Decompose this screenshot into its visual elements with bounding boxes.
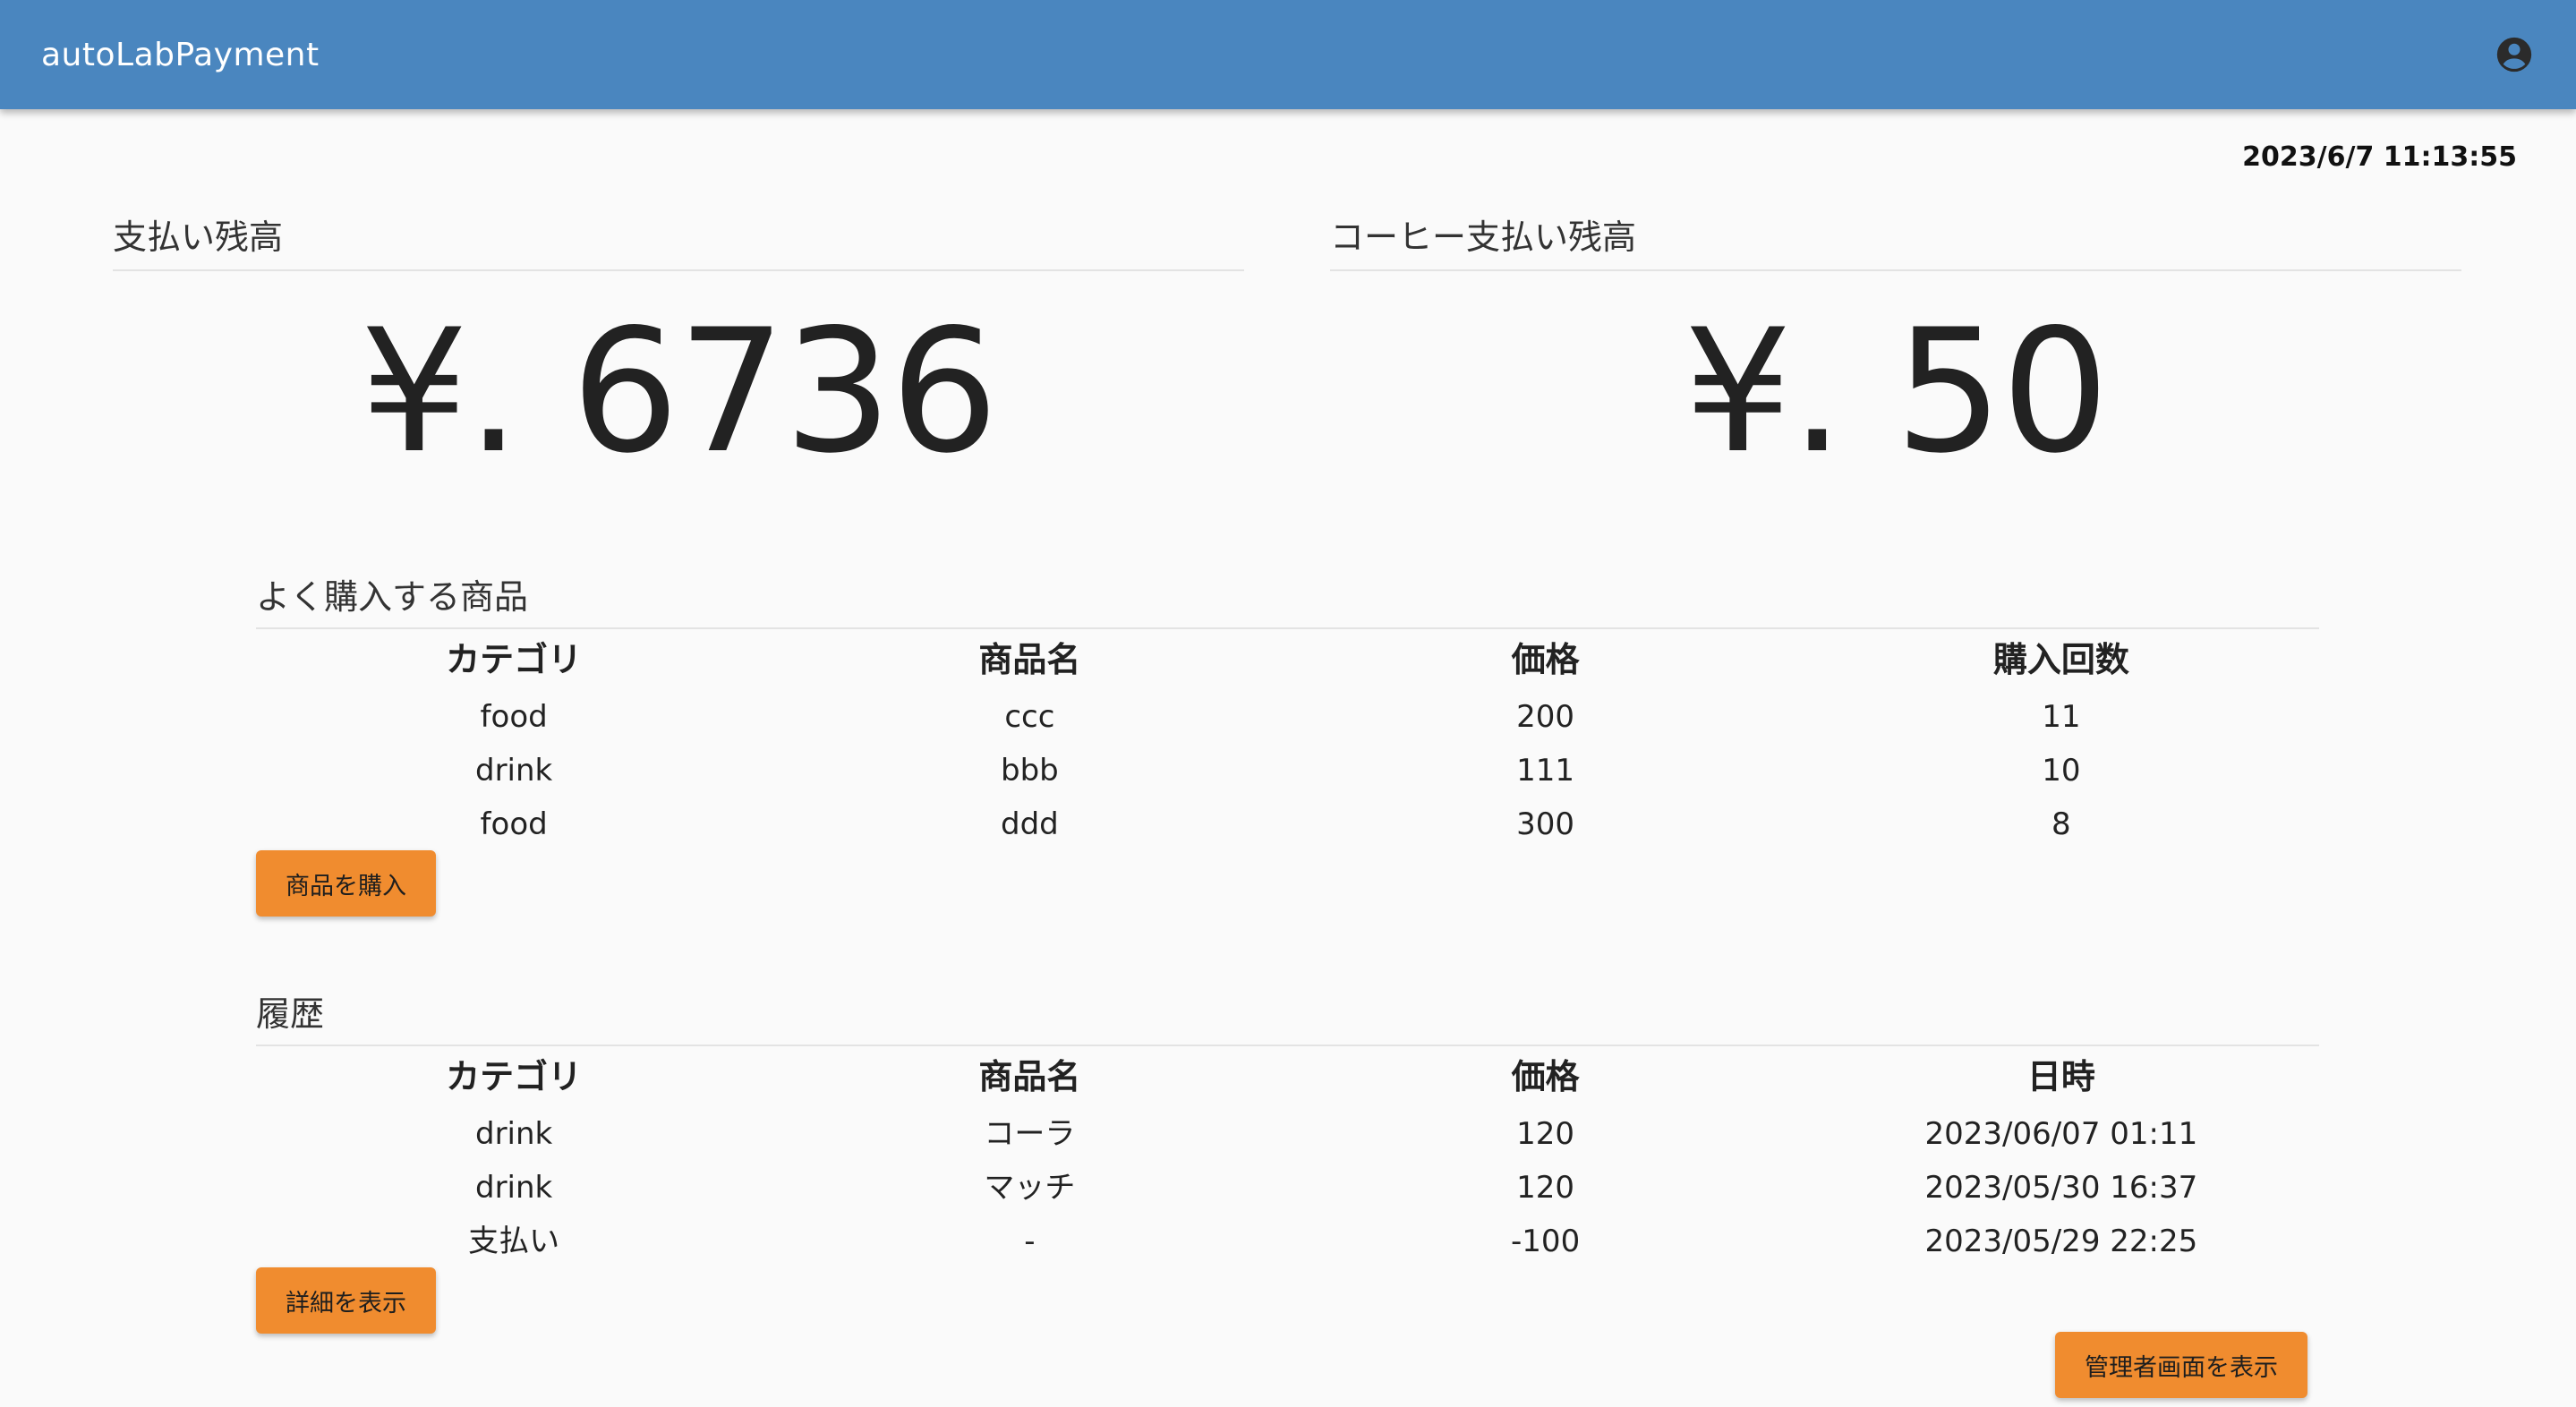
table-cell: 200	[1516, 699, 1575, 735]
table-cell: 2023/05/29 22:25	[1924, 1224, 2198, 1259]
table-cell: 111	[1516, 753, 1575, 789]
payment-balance-section: 支払い残高 ¥. 6736	[113, 209, 1244, 477]
table-cell: -100	[1511, 1224, 1581, 1259]
column-header-price: 価格	[1511, 640, 1580, 679]
table-cell: マッチ	[984, 1170, 1076, 1206]
table-cell: 2023/05/30 16:37	[1924, 1170, 2198, 1206]
column-header-category: カテゴリ	[446, 1057, 583, 1096]
admin-page-button[interactable]: 管理者画面を表示	[2055, 1332, 2307, 1398]
table-cell: 120	[1516, 1116, 1575, 1152]
table-cell: drink	[475, 753, 553, 789]
popular-items-section: よく購入する商品 カテゴリ 商品名 価格 購入回数 food ccc 200 1…	[256, 569, 2319, 851]
table-cell: bbb	[1001, 753, 1059, 789]
table-cell: ccc	[1004, 699, 1055, 735]
column-header-product-name: 商品名	[978, 640, 1081, 679]
column-header-purchase-count: 購入回数	[1992, 640, 2129, 679]
coffee-balance-amount: ¥. 50	[1684, 293, 2109, 490]
table-cell: food	[480, 806, 548, 842]
table-cell: 120	[1516, 1170, 1575, 1206]
coffee-balance-title: コーヒー支払い残高	[1330, 209, 2461, 271]
table-cell: 2023/06/07 01:11	[1924, 1116, 2198, 1152]
history-title: 履歴	[256, 986, 2319, 1046]
history-table: カテゴリ 商品名 価格 日時 drink コーラ 120 2023/06/07 …	[256, 1046, 2319, 1268]
column-header-datetime: 日時	[2026, 1057, 2095, 1096]
table-cell: ddd	[1001, 806, 1059, 842]
table-cell: コーラ	[984, 1116, 1076, 1152]
column-header-price: 価格	[1511, 1057, 1580, 1096]
purchase-item-button[interactable]: 商品を購入	[256, 850, 436, 917]
payment-balance-amount: ¥. 6736	[360, 293, 998, 490]
table-cell: 支払い	[468, 1224, 560, 1259]
payment-balance-title: 支払い残高	[113, 209, 1244, 271]
column-header-category: カテゴリ	[446, 640, 583, 679]
app-title: autoLabPayment	[41, 36, 320, 73]
app-bar: autoLabPayment	[0, 0, 2576, 109]
table-cell: drink	[475, 1170, 553, 1206]
table-cell: 300	[1516, 806, 1575, 842]
table-cell: 8	[2051, 806, 2071, 842]
popular-items-title: よく購入する商品	[256, 569, 2319, 629]
table-cell: food	[480, 699, 548, 735]
table-cell: 10	[2042, 753, 2081, 789]
account-circle-icon[interactable]	[2494, 34, 2535, 75]
popular-items-table: カテゴリ 商品名 価格 購入回数 food ccc 200 11 drink b…	[256, 629, 2319, 851]
current-datetime: 2023/6/7 11:13:55	[2242, 141, 2517, 173]
table-cell: drink	[475, 1116, 553, 1152]
show-details-button[interactable]: 詳細を表示	[256, 1267, 436, 1334]
table-cell: 11	[2042, 699, 2081, 735]
column-header-product-name: 商品名	[978, 1057, 1081, 1096]
table-cell: -	[1024, 1224, 1036, 1259]
history-section: 履歴 カテゴリ 商品名 価格 日時 drink コーラ 120 2023/06/…	[256, 986, 2319, 1268]
coffee-balance-section: コーヒー支払い残高 ¥. 50	[1330, 209, 2461, 477]
